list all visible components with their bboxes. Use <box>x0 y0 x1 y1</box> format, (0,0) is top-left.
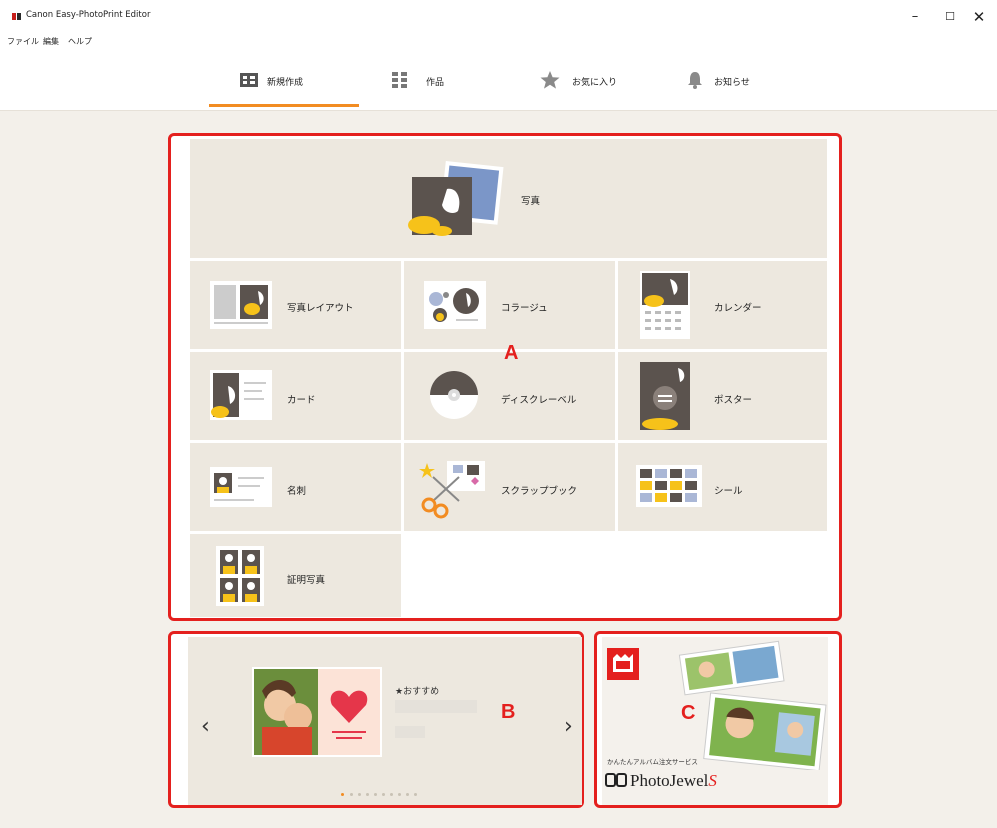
carousel-dot[interactable] <box>350 793 353 796</box>
tile-card-label: カード <box>287 395 316 406</box>
star-icon <box>540 71 560 89</box>
scrapbook-icon <box>419 461 485 519</box>
maximize-button[interactable]: ☐ <box>935 7 965 27</box>
photo-layout-icon <box>210 281 272 329</box>
carousel-next-button[interactable]: › <box>564 714 573 739</box>
tile-disc-label[interactable]: ディスクレーベル <box>404 352 615 440</box>
recommended-card-thumbnail <box>252 667 382 757</box>
close-button[interactable]: ✕ <box>964 7 994 27</box>
carousel-dot[interactable] <box>390 793 393 796</box>
photojewel-mark-icon <box>605 773 627 787</box>
banner-tagline: かんたんアルバム注文サービス <box>607 758 698 766</box>
carousel-dot[interactable] <box>382 793 385 796</box>
photojewel-banner[interactable]: かんたんアルバム注文サービス PhotoJewelS <box>594 631 842 808</box>
tile-sticker-label: シール <box>714 486 743 497</box>
menu-edit[interactable]: 編集 <box>43 36 59 47</box>
minimize-button[interactable]: – <box>900 7 930 27</box>
carousel-dot[interactable] <box>366 793 369 796</box>
tab-favorites[interactable]: お気に入り <box>535 50 675 108</box>
tab-notices[interactable]: お知らせ <box>685 50 805 108</box>
photo-icon <box>408 161 504 236</box>
marker-b: B <box>501 701 516 723</box>
tile-photo-layout[interactable]: 写真レイアウト <box>190 261 401 349</box>
id-photo-icon <box>216 546 264 606</box>
new-project-icon <box>240 73 258 87</box>
tile-poster[interactable]: ポスター <box>618 352 827 440</box>
tile-disc-label-label: ディスクレーベル <box>501 395 577 406</box>
tab-notices-label: お知らせ <box>714 78 750 88</box>
tile-poster-label: ポスター <box>714 395 753 406</box>
marker-a: A <box>504 342 519 364</box>
tile-sticker[interactable]: シール <box>618 443 827 531</box>
collage-icon <box>424 281 486 329</box>
tile-collage[interactable]: コラージュ <box>404 261 615 349</box>
recommended-desc-placeholder <box>395 700 477 713</box>
tile-id-photo[interactable]: 証明写真 <box>190 534 401 617</box>
tile-collage-label: コラージュ <box>501 303 548 314</box>
carousel-prev-button[interactable]: ‹ <box>201 714 210 739</box>
carousel-dot-active[interactable] <box>341 793 344 796</box>
tab-favorites-label: お気に入り <box>572 78 618 88</box>
carousel-background <box>188 637 582 805</box>
tile-business-card-label: 名刺 <box>287 486 307 497</box>
tile-photo-label: 写真 <box>521 196 541 207</box>
carousel-dot[interactable] <box>358 793 361 796</box>
disc-icon <box>430 371 478 419</box>
marker-c: C <box>681 702 696 724</box>
tile-photo[interactable]: 写真 <box>190 139 827 258</box>
photojewel-logo-icon <box>607 648 639 680</box>
recommended-carousel: ‹ › ★おすすめ <box>168 631 584 808</box>
sticker-icon <box>636 465 702 507</box>
banner-brand: PhotoJewelS <box>630 771 717 790</box>
app-title: Canon Easy-PhotoPrint Editor <box>26 10 151 20</box>
tab-new[interactable]: 新規作成 <box>209 50 359 108</box>
tile-photo-layout-label: 写真レイアウト <box>287 303 354 314</box>
card-icon <box>210 370 272 420</box>
tile-calendar-label: カレンダー <box>714 303 762 314</box>
carousel-dot[interactable] <box>414 793 417 796</box>
recommended-desc-placeholder-2 <box>395 726 425 738</box>
new-project-panel: 写真 写真レイアウト コラージュ カレンダー カード ディスクレーベル ポスター… <box>168 133 842 621</box>
tile-business-card[interactable]: 名刺 <box>190 443 401 531</box>
calendar-icon <box>640 271 690 339</box>
photo-album-image <box>678 640 827 770</box>
main-nav: 新規作成 作品 お気に入り お知らせ <box>0 50 997 111</box>
menu-bar: ファイル 編集 ヘルプ <box>0 34 997 50</box>
tab-new-label: 新規作成 <box>267 78 304 88</box>
grid-icon <box>392 72 407 88</box>
tab-works-label: 作品 <box>426 78 445 88</box>
app-logo-icon <box>12 13 21 20</box>
carousel-dot[interactable] <box>406 793 409 796</box>
business-card-icon <box>210 467 272 507</box>
recommended-title: ★おすすめ <box>395 687 440 697</box>
tile-scrapbook-label: スクラップブック <box>501 486 578 497</box>
menu-help[interactable]: ヘルプ <box>68 36 92 47</box>
title-bar: Canon Easy-PhotoPrint Editor – ☐ ✕ <box>0 0 997 34</box>
tab-works[interactable]: 作品 <box>385 50 505 108</box>
active-tab-indicator <box>209 104 359 107</box>
tile-calendar[interactable]: カレンダー <box>618 261 827 349</box>
carousel-dot[interactable] <box>374 793 377 796</box>
poster-icon <box>640 362 690 430</box>
tile-scrapbook[interactable]: スクラップブック <box>404 443 615 531</box>
tile-card[interactable]: カード <box>190 352 401 440</box>
bell-icon <box>688 72 702 89</box>
menu-file[interactable]: ファイル <box>7 36 39 47</box>
carousel-dot[interactable] <box>398 793 401 796</box>
tile-id-photo-label: 証明写真 <box>287 575 326 586</box>
